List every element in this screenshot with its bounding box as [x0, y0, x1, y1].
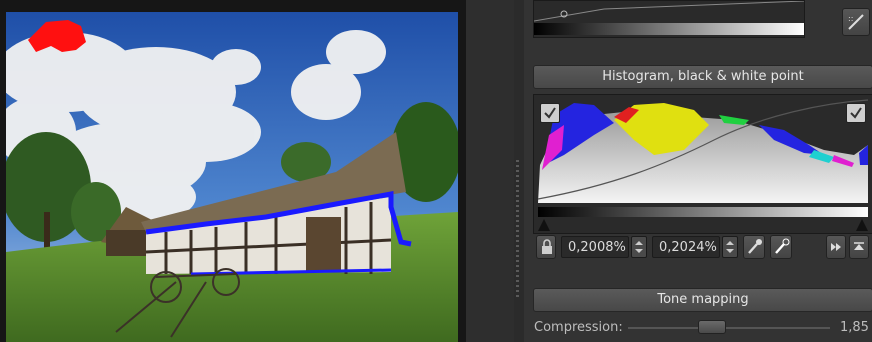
- curve-edit-button[interactable]: ::: [842, 8, 870, 36]
- flip-button[interactable]: [849, 235, 869, 259]
- white-point-spinner[interactable]: [722, 236, 738, 258]
- black-point-spinner[interactable]: [631, 236, 647, 258]
- barn-door: [306, 217, 341, 272]
- panel-splitter: [466, 0, 514, 342]
- show-highlight-clipping-checkbox[interactable]: [846, 103, 866, 123]
- histogram-section-header[interactable]: Histogram, black & white point: [533, 65, 872, 89]
- flip-icon: [854, 242, 864, 250]
- next-button[interactable]: [826, 235, 846, 259]
- compression-value: 1,85: [840, 320, 869, 335]
- compression-label: Compression:: [534, 320, 623, 335]
- white-eyedropper-button[interactable]: [770, 235, 792, 259]
- black-eyedropper-button[interactable]: [743, 235, 765, 259]
- photo-preview-area: [0, 0, 466, 342]
- eyedropper-white-icon: [775, 238, 790, 254]
- black-point-input[interactable]: 0,2008%: [561, 236, 629, 258]
- spin-up-icon: [635, 241, 643, 253]
- compression-slider[interactable]: [628, 320, 830, 334]
- svg-text:::: ::: [848, 14, 853, 23]
- check-icon: [544, 107, 556, 119]
- white-point-handle[interactable]: [856, 219, 868, 231]
- lock-icon: [542, 239, 552, 254]
- lock-button[interactable]: [536, 235, 556, 259]
- spin-down-icon: [726, 249, 734, 253]
- black-point-handle[interactable]: [538, 219, 550, 231]
- compression-slider-track: [628, 327, 830, 329]
- curve-preview: [533, 0, 805, 38]
- show-shadow-clipping-checkbox[interactable]: [540, 103, 560, 123]
- spin-up-icon: [726, 241, 734, 253]
- compression-slider-thumb[interactable]: [697, 320, 726, 334]
- next-icon: [831, 243, 841, 251]
- histogram-graph: [534, 95, 872, 231]
- histogram-display: [533, 94, 872, 234]
- spin-down-icon: [635, 249, 643, 253]
- eyedropper-icon: [748, 239, 762, 254]
- hdr-photo: [6, 12, 458, 342]
- curve-edit-icon: ::: [848, 14, 864, 30]
- gradient-strip: [538, 207, 868, 217]
- curve-preview-graph: [533, 0, 805, 35]
- check-icon: [850, 107, 862, 119]
- splitter-grip[interactable]: [516, 160, 519, 300]
- white-point-input[interactable]: 0,2024%: [652, 236, 720, 258]
- photo-canvas[interactable]: [6, 12, 458, 342]
- tone-mapping-section-header[interactable]: Tone mapping: [533, 288, 872, 312]
